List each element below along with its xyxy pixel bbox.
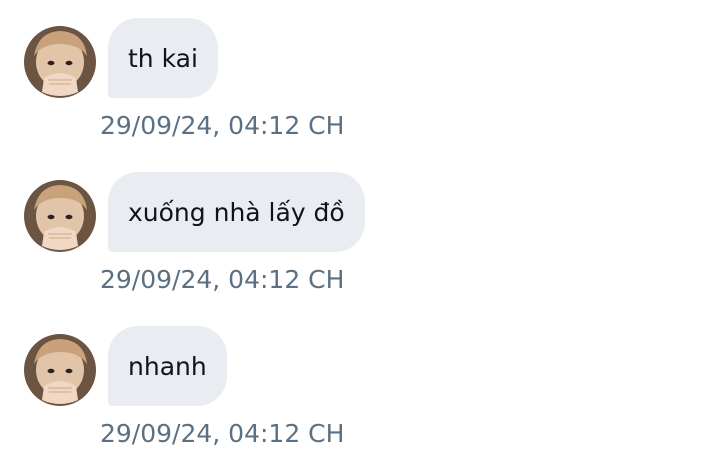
message-bubble[interactable]: nhanh — [108, 326, 227, 406]
sender-avatar[interactable] — [24, 180, 96, 252]
message-text: th kai — [128, 43, 198, 73]
message-text: nhanh — [128, 351, 207, 381]
avatar-photo-icon — [24, 180, 96, 252]
avatar-photo-icon — [24, 334, 96, 406]
message-bubble[interactable]: xuống nhà lấy đồ — [108, 172, 365, 252]
sender-avatar[interactable] — [24, 26, 96, 98]
avatar-photo-icon — [24, 26, 96, 98]
message-item: th kai 29/09/24, 04:12 CH — [0, 18, 720, 158]
message-item: xuống nhà lấy đồ 29/09/24, 04:12 CH — [0, 172, 720, 312]
message-timestamp: 29/09/24, 04:12 CH — [100, 265, 345, 294]
sender-avatar[interactable] — [24, 334, 96, 406]
message-bubble[interactable]: th kai — [108, 18, 218, 98]
message-thread: th kai 29/09/24, 04:12 CH xuống nhà lấy … — [0, 0, 720, 474]
message-text: xuống nhà lấy đồ — [128, 197, 345, 227]
message-timestamp: 29/09/24, 04:12 CH — [100, 111, 345, 140]
message-item: nhanh 29/09/24, 04:12 CH — [0, 326, 720, 466]
message-timestamp: 29/09/24, 04:12 CH — [100, 419, 345, 448]
